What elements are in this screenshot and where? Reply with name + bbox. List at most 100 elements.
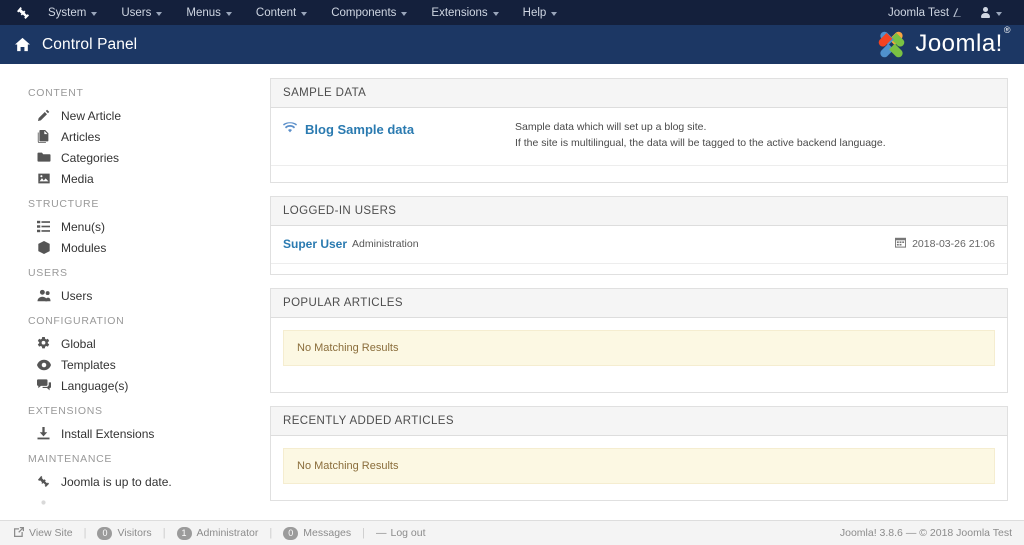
chevron-down-icon bbox=[996, 11, 1002, 16]
panel-recently-added-articles: RECENTLY ADDED ARTICLES No Matching Resu… bbox=[270, 406, 1008, 501]
sidebar-item-categories[interactable]: Categories bbox=[0, 147, 256, 168]
site-name-link[interactable]: Joomla Test ⎳ bbox=[880, 7, 969, 19]
administrator-status[interactable]: 1 Administrator bbox=[175, 526, 261, 540]
cube-icon bbox=[36, 241, 51, 254]
sidebar-item-label: Templates bbox=[61, 357, 116, 372]
messages-status[interactable]: 0 Messages bbox=[281, 526, 353, 540]
nav-extensions-label: Extensions bbox=[431, 6, 488, 19]
divider: | bbox=[83, 527, 87, 539]
administrator-label: Administrator bbox=[196, 527, 259, 539]
sidebar-group-structure: STRUCTURE Menu(s) Modules bbox=[0, 191, 256, 258]
users-icon bbox=[36, 289, 51, 302]
status-bar-left: View Site | 0 Visitors | 1 Administrator… bbox=[12, 526, 428, 540]
nav-components[interactable]: Components bbox=[319, 0, 419, 25]
sidebar-item-articles[interactable]: Articles bbox=[0, 126, 256, 147]
sidebar-group-extensions: EXTENSIONS Install Extensions bbox=[0, 398, 256, 444]
joomla-mark-icon[interactable] bbox=[10, 6, 36, 20]
main-content: SAMPLE DATA Blog Sample data Sample data… bbox=[256, 64, 1024, 545]
logged-in-user-date: 2018-03-26 21:06 bbox=[895, 237, 995, 251]
logout-button[interactable]: — Log out bbox=[374, 527, 428, 539]
external-link-icon bbox=[14, 526, 24, 540]
sidebar-item-modules[interactable]: Modules bbox=[0, 237, 256, 258]
panel-body: No Matching Results bbox=[270, 318, 1008, 393]
sidebar-group-configuration: CONFIGURATION Global Templates Language(… bbox=[0, 308, 256, 396]
image-icon bbox=[36, 172, 51, 185]
sidebar-item-templates[interactable]: Templates bbox=[0, 354, 256, 375]
sidebar-item-users[interactable]: Users bbox=[0, 285, 256, 306]
wifi-icon bbox=[283, 120, 297, 138]
dot-icon bbox=[36, 499, 51, 506]
nav-menu-list: System Users Menus Content Components Ex… bbox=[36, 0, 569, 25]
sidebar-item-new-article[interactable]: New Article bbox=[0, 105, 256, 126]
chevron-down-icon bbox=[401, 11, 408, 16]
sidebar-group-title: CONFIGURATION bbox=[28, 315, 125, 327]
visitors-status[interactable]: 0 Visitors bbox=[95, 526, 153, 540]
calendar-icon bbox=[895, 237, 907, 251]
sidebar-item-languages[interactable]: Language(s) bbox=[0, 375, 256, 396]
chevron-down-icon bbox=[156, 11, 163, 16]
page-title: Control Panel bbox=[14, 36, 137, 54]
chevron-down-icon bbox=[492, 11, 499, 16]
user-icon bbox=[981, 7, 990, 18]
logged-in-user-name[interactable]: Super User bbox=[283, 237, 347, 251]
joomla-brand-logo: Joomla!® bbox=[875, 24, 1011, 61]
nav-extensions[interactable]: Extensions bbox=[419, 0, 510, 25]
sidebar-item-partial[interactable] bbox=[0, 492, 256, 513]
comments-icon bbox=[36, 379, 51, 392]
panel-sample-data: SAMPLE DATA Blog Sample data Sample data… bbox=[270, 78, 1008, 183]
nav-users[interactable]: Users bbox=[109, 0, 174, 25]
divider: | bbox=[362, 527, 365, 539]
user-menu-button[interactable] bbox=[973, 7, 1014, 18]
nav-menus[interactable]: Menus bbox=[174, 0, 244, 25]
copy-icon bbox=[36, 130, 51, 143]
panel-spacer bbox=[271, 264, 1007, 274]
gear-icon bbox=[36, 337, 51, 350]
divider: | bbox=[269, 527, 273, 539]
chevron-down-icon bbox=[91, 11, 98, 16]
sidebar-group-title: EXTENSIONS bbox=[28, 405, 103, 417]
sidebar-group-maintenance: MAINTENANCE Joomla is up to date. bbox=[0, 446, 256, 513]
brand-name: Joomla!® bbox=[915, 24, 1011, 57]
sidebar-group-title: USERS bbox=[28, 267, 68, 279]
panel-logged-in-users: LOGGED-IN USERS Super User Administratio… bbox=[270, 196, 1008, 275]
sidebar-item-label: Categories bbox=[61, 150, 120, 165]
nav-system[interactable]: System bbox=[36, 0, 109, 25]
nav-components-label: Components bbox=[331, 6, 397, 19]
page-header: Control Panel Joomla!® bbox=[0, 25, 1024, 64]
navbar-right: Joomla Test ⎳ bbox=[880, 7, 1014, 19]
sidebar-item-joomla-update-status[interactable]: Joomla is up to date. bbox=[0, 471, 256, 492]
sample-data-desc-line2: If the site is multilingual, the data wi… bbox=[515, 136, 886, 149]
sidebar-group-title: MAINTENANCE bbox=[28, 453, 113, 465]
copyright-text: Joomla! 3.8.6 — © 2018 Joomla Test bbox=[839, 527, 1012, 539]
sidebar-item-label: Modules bbox=[61, 240, 107, 255]
list-icon bbox=[36, 220, 51, 233]
sidebar-group-users: USERS Users bbox=[0, 260, 256, 306]
chevron-down-icon bbox=[225, 11, 232, 16]
page-title-label: Control Panel bbox=[42, 35, 138, 53]
sidebar-item-label: Language(s) bbox=[61, 378, 129, 393]
sidebar-item-global[interactable]: Global bbox=[0, 333, 256, 354]
sample-data-link-wrap[interactable]: Blog Sample data bbox=[283, 120, 515, 138]
nav-content[interactable]: Content bbox=[244, 0, 319, 25]
sidebar-item-install-extensions[interactable]: Install Extensions bbox=[0, 423, 256, 444]
view-site-link[interactable]: View Site bbox=[12, 526, 75, 540]
sidebar-item-label: Menu(s) bbox=[61, 219, 106, 234]
visitors-count-badge: 0 bbox=[97, 526, 113, 540]
top-navbar: System Users Menus Content Components Ex… bbox=[0, 0, 1024, 25]
site-name-label: Joomla Test bbox=[887, 6, 950, 19]
blog-sample-data-link[interactable]: Blog Sample data bbox=[305, 122, 414, 137]
logged-in-user-row: Super User Administration 2018-03-26 21:… bbox=[271, 226, 1007, 264]
status-bar: View Site | 0 Visitors | 1 Administrator… bbox=[0, 520, 1024, 545]
external-link-icon: ⎳ bbox=[953, 7, 961, 17]
logout-label: Log out bbox=[390, 527, 426, 539]
sidebar-item-media[interactable]: Media bbox=[0, 168, 256, 189]
sidebar: CONTENT New Article Articles Categories bbox=[0, 64, 256, 545]
nav-help[interactable]: Help bbox=[511, 0, 570, 25]
administrator-count-badge: 1 bbox=[176, 526, 192, 540]
joomla-pinwheel-icon bbox=[879, 31, 905, 58]
panel-body: Super User Administration 2018-03-26 21:… bbox=[270, 226, 1008, 275]
sidebar-item-menus[interactable]: Menu(s) bbox=[0, 216, 256, 237]
sidebar-item-label: Global bbox=[61, 336, 96, 351]
sample-data-desc-line1: Sample data which will set up a blog sit… bbox=[515, 121, 707, 133]
panel-title: LOGGED-IN USERS bbox=[270, 196, 1008, 226]
